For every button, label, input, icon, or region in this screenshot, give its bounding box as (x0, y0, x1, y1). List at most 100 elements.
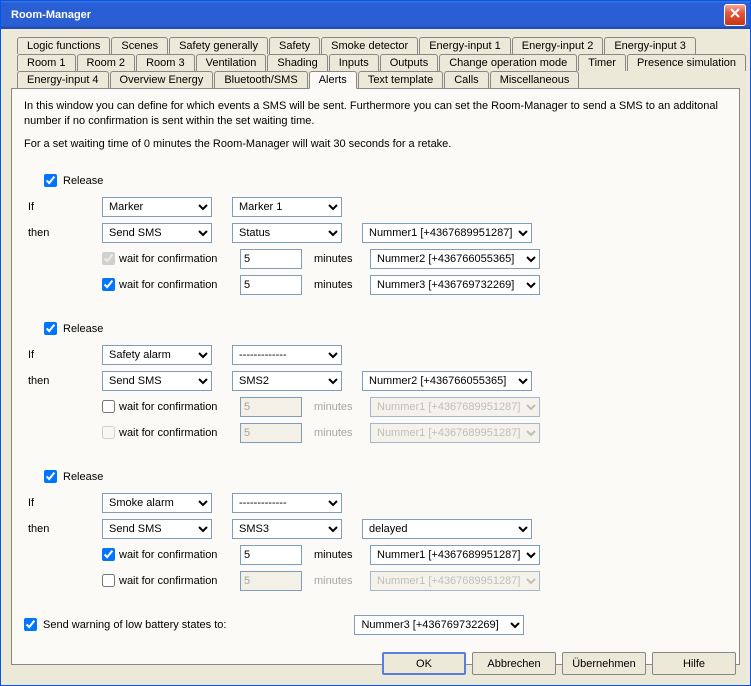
tab-change-operation-mode[interactable]: Change operation mode (439, 54, 577, 71)
tab-room-3[interactable]: Room 3 (136, 54, 195, 71)
tab-alerts[interactable]: Alerts (309, 71, 357, 89)
tab-energy-input-4[interactable]: Energy-input 4 (17, 71, 109, 88)
tab-bluetooth-sms[interactable]: Bluetooth/SMS (214, 71, 307, 88)
alert-block-2: Release If Safety alarm ------------- then Se… (24, 318, 727, 444)
low-battery-label: Send warning of low battery states to: (43, 619, 226, 631)
tab-pane-alerts: In this window you can define for which … (11, 88, 740, 665)
then-label: then (24, 523, 82, 535)
wait-minutes-input (240, 397, 302, 417)
then-select-b[interactable]: Status (232, 223, 342, 243)
apply-button[interactable]: Übernehmen (562, 652, 646, 675)
tab-strip: Logic functionsScenesSafety generallySaf… (11, 37, 740, 88)
minutes-label: minutes (314, 575, 362, 587)
wait-label: wait for confirmation (119, 253, 217, 265)
then-select-b[interactable]: SMS3 (232, 519, 342, 539)
tab-calls[interactable]: Calls (444, 71, 488, 88)
close-icon (730, 8, 740, 21)
tab-room-1[interactable]: Room 1 (17, 54, 76, 71)
release-wrap[interactable]: Release (44, 322, 103, 335)
wait-wrap: wait for confirmation (102, 278, 240, 291)
wait-destination[interactable]: Nummer3 [+436769732269] (370, 275, 540, 295)
close-button[interactable] (724, 4, 746, 26)
wait-label: wait for confirmation (119, 549, 217, 561)
wait-wrap: wait for confirmation (102, 426, 240, 439)
tab-logic-functions[interactable]: Logic functions (17, 37, 110, 54)
tab-presence-simulation[interactable]: Presence simulation (627, 54, 746, 71)
wait-label: wait for confirmation (119, 401, 217, 413)
release-checkbox[interactable] (44, 470, 57, 483)
wait-label: wait for confirmation (119, 575, 217, 587)
then-label: then (24, 375, 82, 387)
then-label: then (24, 227, 82, 239)
tab-energy-input-3[interactable]: Energy-input 3 (604, 37, 696, 54)
content: Logic functionsScenesSafety generallySaf… (1, 29, 750, 685)
ok-button[interactable]: OK (382, 652, 466, 675)
wait-minutes-input[interactable] (240, 249, 302, 269)
wait-minutes-input (240, 571, 302, 591)
then-select-a[interactable]: Send SMS (102, 519, 212, 539)
then-select-a[interactable]: Send SMS (102, 371, 212, 391)
wait-minutes-input[interactable] (240, 275, 302, 295)
tab-scenes[interactable]: Scenes (111, 37, 168, 54)
minutes-label: minutes (314, 427, 362, 439)
wait-destination[interactable]: Nummer1 [+4367689951287] (370, 545, 540, 565)
tab-shading[interactable]: Shading (267, 54, 327, 71)
wait-destination: Nummer1 [+4367689951287] (370, 571, 540, 591)
tab-safety[interactable]: Safety (269, 37, 320, 54)
wait-checkbox[interactable] (102, 574, 115, 587)
release-label: Release (63, 175, 103, 187)
window: Room-Manager Logic functionsScenesSafety… (0, 0, 751, 686)
tab-energy-input-1[interactable]: Energy-input 1 (419, 37, 511, 54)
help-button[interactable]: Hilfe (652, 652, 736, 675)
then-select-c[interactable]: Nummer2 [+436766055365] (362, 371, 532, 391)
low-battery-checkbox-wrap[interactable]: Send warning of low battery states to: (24, 618, 226, 631)
wait-minutes-input (240, 423, 302, 443)
release-wrap[interactable]: Release (44, 470, 103, 483)
wait-label: wait for confirmation (119, 279, 217, 291)
low-battery-destination[interactable]: Nummer3 [+436769732269] (354, 615, 524, 635)
wait-checkbox[interactable] (102, 278, 115, 291)
if-label: If (24, 349, 82, 361)
cancel-button[interactable]: Abbrechen (472, 652, 556, 675)
then-select-a[interactable]: Send SMS (102, 223, 212, 243)
dialog-buttons: OK Abbrechen Übernehmen Hilfe (382, 652, 736, 675)
wait-checkbox (102, 252, 115, 265)
description-1: In this window you can define for which … (24, 99, 727, 129)
wait-checkbox[interactable] (102, 400, 115, 413)
tab-miscellaneous[interactable]: Miscellaneous (490, 71, 580, 88)
tab-safety-generally[interactable]: Safety generally (169, 37, 268, 54)
then-select-c[interactable]: delayed (362, 519, 532, 539)
if-select-a[interactable]: Marker (102, 197, 212, 217)
if-label: If (24, 201, 82, 213)
release-label: Release (63, 471, 103, 483)
tab-overview-energy[interactable]: Overview Energy (110, 71, 214, 88)
if-select-b[interactable]: Marker 1 (232, 197, 342, 217)
wait-wrap: wait for confirmation (102, 548, 240, 561)
low-battery-checkbox[interactable] (24, 618, 37, 631)
release-checkbox[interactable] (44, 174, 57, 187)
tab-inputs[interactable]: Inputs (329, 54, 379, 71)
release-wrap[interactable]: Release (44, 174, 103, 187)
then-select-c[interactable]: Nummer1 [+4367689951287] (362, 223, 532, 243)
minutes-label: minutes (314, 401, 362, 413)
wait-destination[interactable]: Nummer2 [+436766055365] (370, 249, 540, 269)
if-select-a[interactable]: Smoke alarm (102, 493, 212, 513)
then-select-b[interactable]: SMS2 (232, 371, 342, 391)
if-select-b[interactable]: ------------- (232, 493, 342, 513)
minutes-label: minutes (314, 279, 362, 291)
wait-checkbox[interactable] (102, 548, 115, 561)
wait-wrap: wait for confirmation (102, 400, 240, 413)
window-title: Room-Manager (5, 9, 724, 21)
tab-ventilation[interactable]: Ventilation (196, 54, 267, 71)
tab-smoke-detector[interactable]: Smoke detector (321, 37, 418, 54)
tab-energy-input-2[interactable]: Energy-input 2 (512, 37, 604, 54)
minutes-label: minutes (314, 253, 362, 265)
if-select-b[interactable]: ------------- (232, 345, 342, 365)
tab-outputs[interactable]: Outputs (380, 54, 439, 71)
tab-text-template[interactable]: Text template (358, 71, 443, 88)
release-checkbox[interactable] (44, 322, 57, 335)
tab-timer[interactable]: Timer (578, 54, 626, 71)
wait-minutes-input[interactable] (240, 545, 302, 565)
if-select-a[interactable]: Safety alarm (102, 345, 212, 365)
tab-room-2[interactable]: Room 2 (77, 54, 136, 71)
